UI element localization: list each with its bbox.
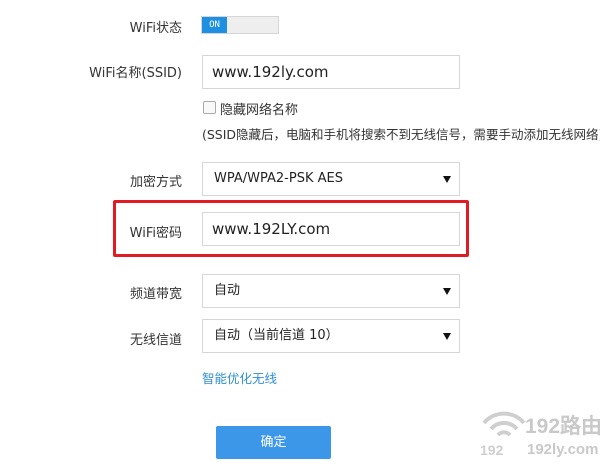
watermark-domain: 192ly.com <box>527 441 599 458</box>
optimize-wireless-link[interactable]: 智能优化无线 <box>202 368 277 387</box>
channel-select[interactable]: 自动（当前信道 10） <box>202 319 460 353</box>
dropdown-arrow-icon <box>443 176 451 183</box>
channel-value: 自动（当前信道 10） <box>214 328 339 343</box>
wifi-status-toggle[interactable]: ON <box>201 16 279 34</box>
hide-ssid-label: 隐藏网络名称 <box>220 103 299 118</box>
password-highlight-box <box>113 200 469 257</box>
encryption-value: WPA/WPA2-PSK AES <box>214 171 343 186</box>
ssid-label: WiFi名称(SSID) <box>89 66 182 81</box>
bandwidth-select[interactable]: 自动 <box>202 274 460 308</box>
toggle-on-indicator: ON <box>202 17 227 33</box>
ssid-hide-hint: (SSID隐藏后，电脑和手机将搜索不到无线信号，需要手动添加无线网络) <box>202 127 600 142</box>
channel-label: 无线信道 <box>129 333 182 348</box>
wifi-signal-icon <box>482 411 526 437</box>
confirm-button[interactable]: 确定 <box>216 426 331 459</box>
ssid-input[interactable]: www.192ly.com <box>202 55 460 89</box>
bandwidth-label: 频道带宽 <box>129 287 182 302</box>
dropdown-arrow-icon <box>443 333 451 340</box>
watermark-prefix: 192 <box>480 442 504 458</box>
wifi-status-label: WiFi状态 <box>129 21 182 36</box>
hide-ssid-checkbox[interactable] <box>203 101 216 114</box>
watermark-brand: 192路由网 <box>525 415 600 438</box>
encryption-label: 加密方式 <box>129 175 182 190</box>
watermark-logo: 192路由网 192 192ly.com <box>475 405 600 467</box>
dropdown-arrow-icon <box>443 288 451 295</box>
bandwidth-value: 自动 <box>214 283 241 298</box>
encryption-select[interactable]: WPA/WPA2-PSK AES <box>202 162 460 196</box>
